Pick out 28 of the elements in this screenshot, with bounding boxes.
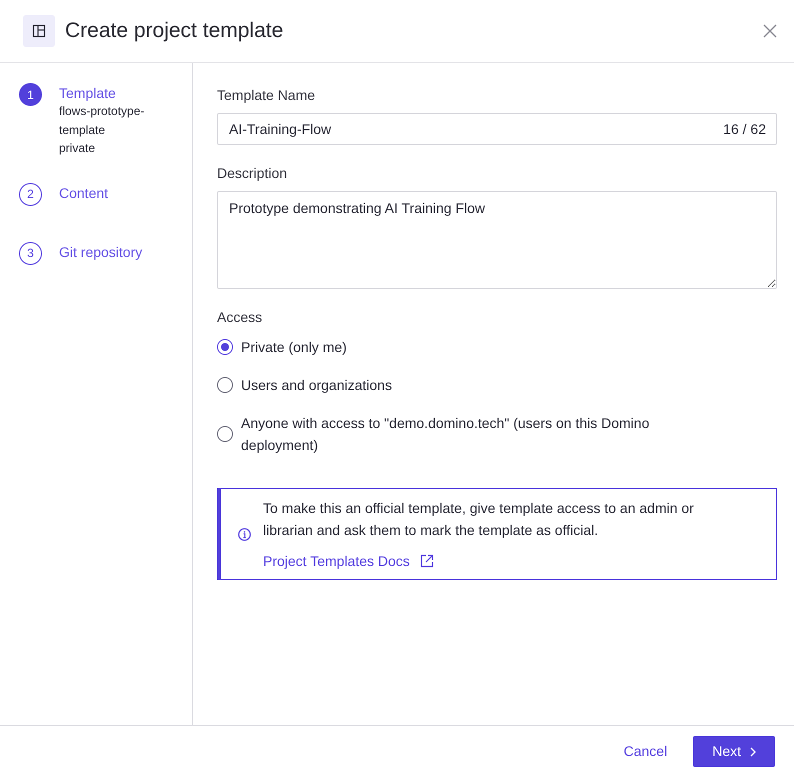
layout-icon [23,15,55,47]
step-link[interactable]: Template [59,84,159,102]
radio-button[interactable] [217,339,233,355]
info-text: To make this an official template, give template access to an admin or librarian and ask them to mark the template as official. [263,499,695,540]
step-detail: private [59,140,96,157]
dialog-title: Create project template [65,18,284,44]
info-icon [238,528,251,541]
step-number: 3 [19,242,42,264]
close-icon[interactable] [763,24,777,38]
radio-button[interactable] [217,426,233,442]
radio-label: Anyone with access to "demo.domino.tech" (users on this Domino deployment) [241,414,650,455]
radio-label: Private (only me) [241,338,347,357]
character-count: 16 / 62 [723,120,766,139]
step-link[interactable]: Git repository [59,242,142,260]
chevron-right-icon [750,746,756,756]
cancel-button[interactable]: Cancel [610,735,680,768]
field-label: Description [217,164,288,183]
step-link[interactable]: Content [59,184,108,202]
description-field[interactable]: Prototype demonstrating AI Training Flow [217,191,777,289]
docs-link[interactable]: Project Templates Docs [263,550,410,572]
radio-button[interactable] [217,377,233,393]
step-number: 1 [19,83,42,106]
field-label: Template Name [217,86,316,105]
next-button[interactable]: Next [693,736,775,767]
radio-label: Users and organizations [241,376,392,395]
external-link-icon[interactable] [420,554,434,568]
step-number: 2 [19,182,42,206]
field-label: Access [217,308,264,327]
